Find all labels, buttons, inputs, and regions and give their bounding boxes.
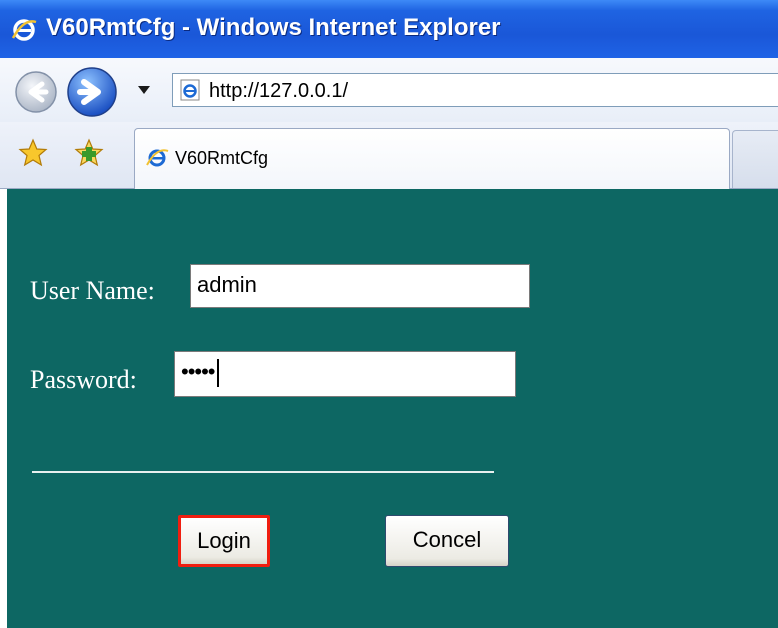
forward-arrow-icon[interactable]	[66, 66, 118, 118]
username-label: User Name:	[30, 276, 155, 305]
ie-logo-icon	[11, 19, 37, 41]
address-url: http://127.0.0.1/	[209, 80, 348, 102]
window-titlebar: V60RmtCfg - Windows Internet Explorer	[0, 0, 778, 58]
add-favorites-icon[interactable]	[74, 138, 104, 168]
text-caret	[216, 359, 219, 388]
address-bar[interactable]: http://127.0.0.1/	[172, 73, 778, 107]
tab-bar: V60RmtCfg	[0, 122, 778, 190]
new-tab-button[interactable]	[732, 130, 778, 188]
favorites-star-icon[interactable]	[18, 138, 48, 168]
password-mask: •••••	[181, 359, 216, 384]
recent-pages-chevron-down-icon[interactable]	[136, 84, 152, 96]
window-frame	[0, 189, 7, 628]
password-input[interactable]: •••••	[174, 351, 516, 397]
form-divider	[32, 471, 494, 473]
page-ie-icon	[180, 79, 200, 101]
tab-v60rmtcfg[interactable]: V60RmtCfg	[134, 128, 730, 190]
navigation-bar: http://127.0.0.1/	[0, 58, 778, 123]
back-arrow-icon[interactable]	[14, 70, 58, 114]
window-title: V60RmtCfg - Windows Internet Explorer	[46, 14, 501, 41]
password-label: Password:	[30, 365, 137, 394]
username-input[interactable]: admin	[190, 264, 530, 308]
page-ie-icon	[146, 149, 169, 167]
cancel-button[interactable]: Concel	[385, 515, 509, 567]
login-button[interactable]: Login	[178, 515, 270, 567]
username-value: admin	[197, 272, 257, 297]
tab-label: V60RmtCfg	[175, 148, 269, 168]
